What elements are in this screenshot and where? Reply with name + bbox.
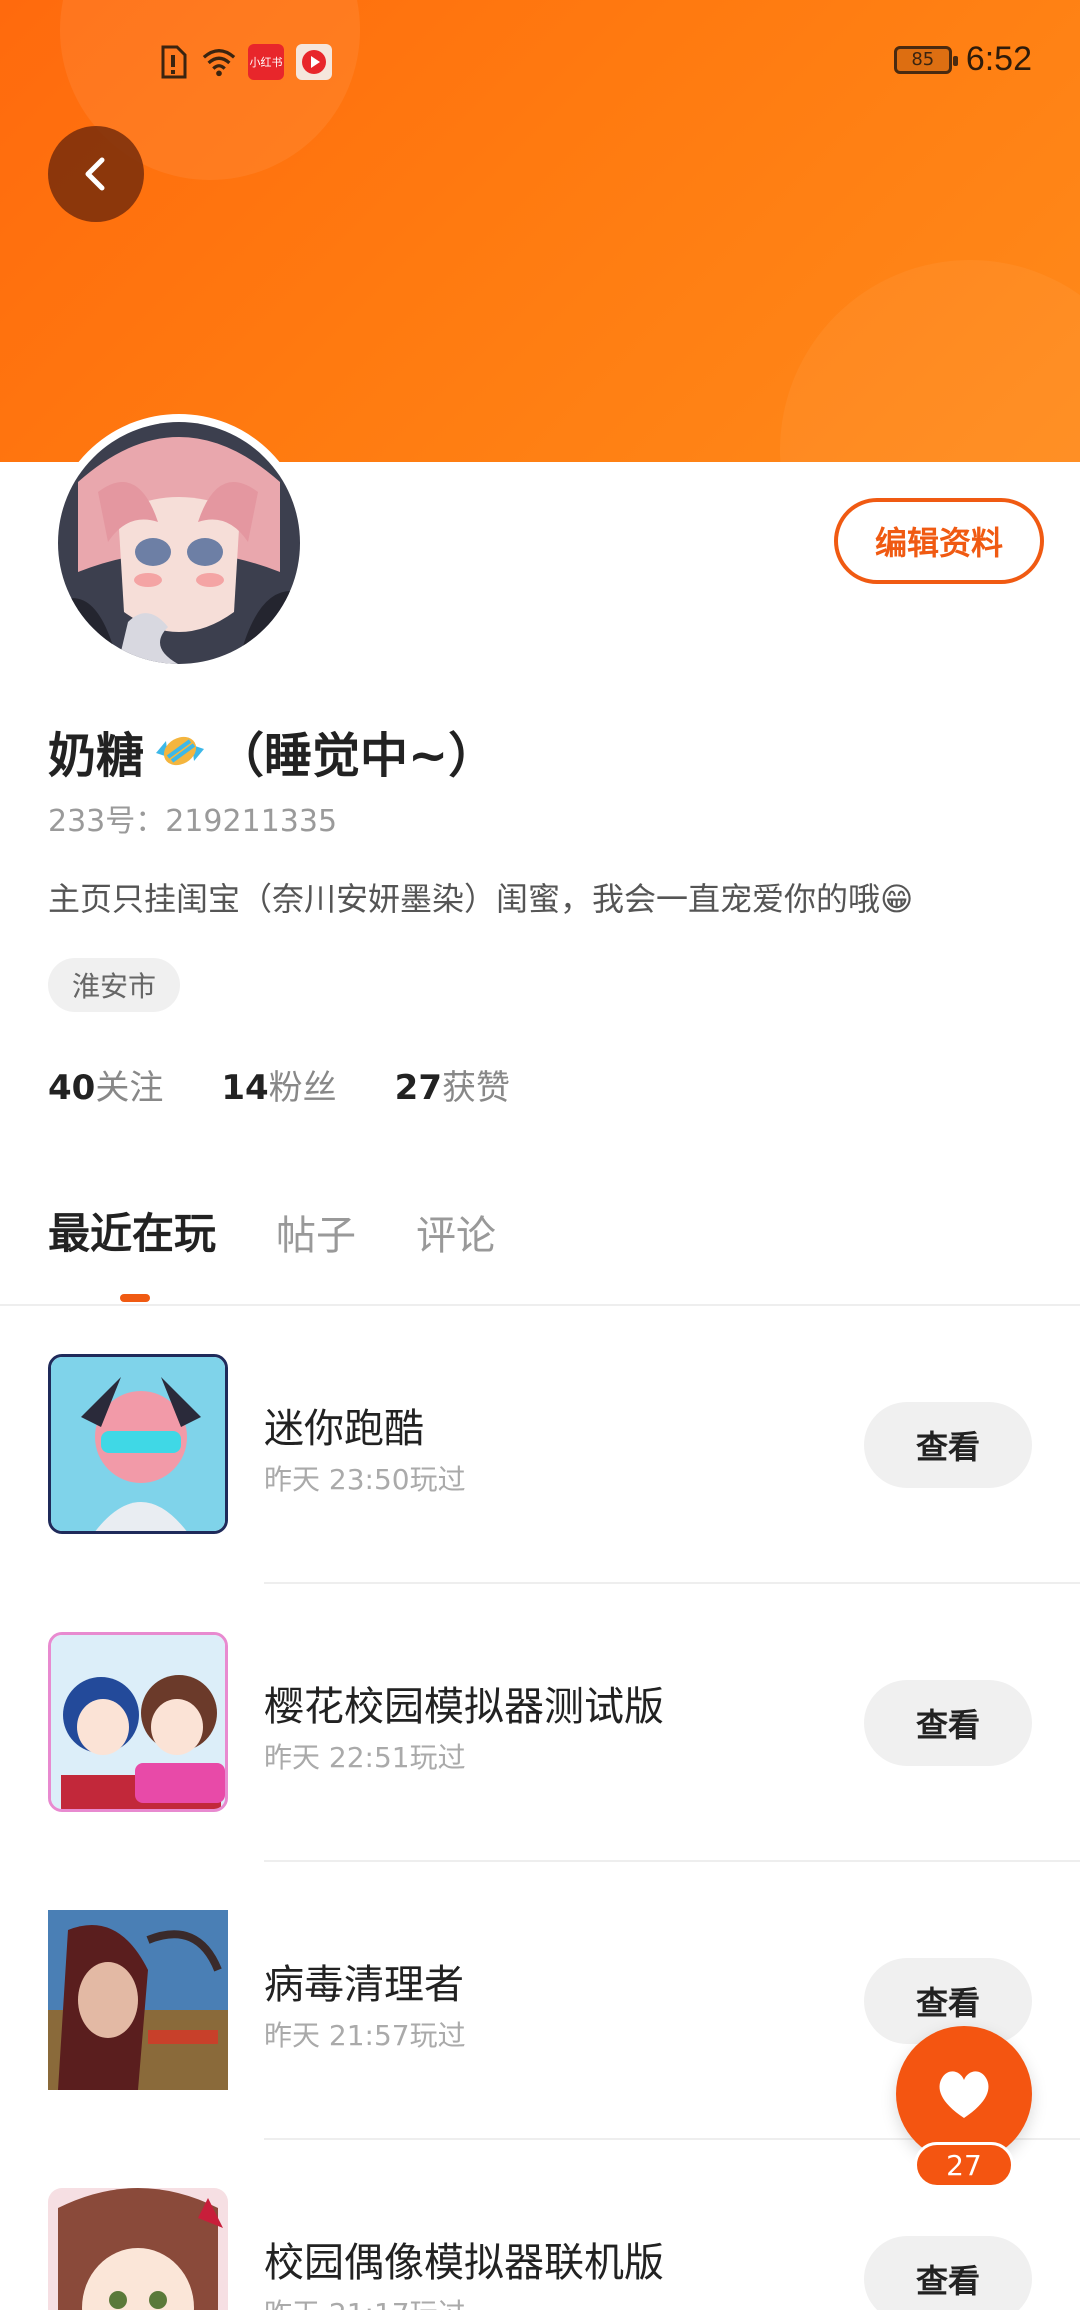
stat-following[interactable]: 40关注 xyxy=(48,1060,163,1109)
username-suffix: （睡觉中~） xyxy=(216,728,497,784)
heart-icon xyxy=(939,2071,989,2118)
view-button[interactable]: 查看 xyxy=(864,1402,1032,1488)
game-thumbnail xyxy=(48,1632,228,1812)
game-name: 校园偶像模拟器联机版 xyxy=(264,2240,664,2286)
clock: 6:52 xyxy=(965,40,1032,78)
chevron-left-icon xyxy=(85,157,105,191)
list-item[interactable]: 迷你跑酷 昨天 23:50玩过 查看 xyxy=(0,1306,1080,1584)
status-bar: 小红书 85 6:52 xyxy=(0,0,1080,124)
wifi-icon xyxy=(202,45,236,79)
game-thumbnail xyxy=(48,2188,228,2310)
like-count-badge: 27 xyxy=(914,2142,1014,2188)
tab-comments[interactable]: 评论 xyxy=(416,1203,496,1261)
tab-indicator xyxy=(120,1294,150,1302)
view-button[interactable]: 查看 xyxy=(864,1680,1032,1766)
view-button[interactable]: 查看 xyxy=(864,2236,1032,2310)
game-played-time: 昨天 22:51玩过 xyxy=(264,1741,466,1774)
back-button[interactable] xyxy=(48,126,144,222)
game-played-time: 昨天 23:50玩过 xyxy=(264,1463,466,1496)
avatar[interactable] xyxy=(50,414,308,672)
list-item[interactable]: 樱花校园模拟器测试版 昨天 22:51玩过 查看 xyxy=(0,1584,1080,1862)
candy-icon xyxy=(150,723,210,779)
edit-profile-button[interactable]: 编辑资料 xyxy=(834,498,1044,584)
game-name: 迷你跑酷 xyxy=(264,1406,424,1452)
game-name: 樱花校园模拟器测试版 xyxy=(264,1684,664,1730)
username: 奶糖 （睡觉中~） xyxy=(48,716,496,786)
user-id: 233号：219211335 xyxy=(48,804,338,839)
video-app-icon xyxy=(296,44,332,80)
game-thumbnail xyxy=(48,1354,228,1534)
battery-icon: 85 xyxy=(893,45,958,74)
tab-posts[interactable]: 帖子 xyxy=(276,1203,356,1261)
game-thumbnail xyxy=(48,1910,228,2090)
stat-followers[interactable]: 14粉丝 xyxy=(221,1060,336,1109)
game-played-time: 昨天 21:57玩过 xyxy=(264,2019,466,2052)
game-played-time: 昨天 21:17玩过 xyxy=(264,2292,466,2310)
location-tag: 淮安市 xyxy=(48,958,181,1012)
xiaohongshu-app-icon: 小红书 xyxy=(248,44,284,80)
profile-tabs: 最近在玩 帖子 评论 xyxy=(48,1200,496,1261)
stat-likes[interactable]: 27获赞 xyxy=(395,1060,510,1109)
username-prefix: 奶糖 xyxy=(48,728,145,784)
bio: 主页只挂闺宝（奈川安妍墨染）闺蜜，我会一直宠爱你的哦😁 xyxy=(48,880,914,918)
tab-recent-played[interactable]: 最近在玩 xyxy=(48,1200,216,1261)
sim-alert-icon xyxy=(156,45,190,79)
stats-row: 40关注 14粉丝 27获赞 xyxy=(48,1060,510,1109)
game-name: 病毒清理者 xyxy=(264,1962,464,2008)
